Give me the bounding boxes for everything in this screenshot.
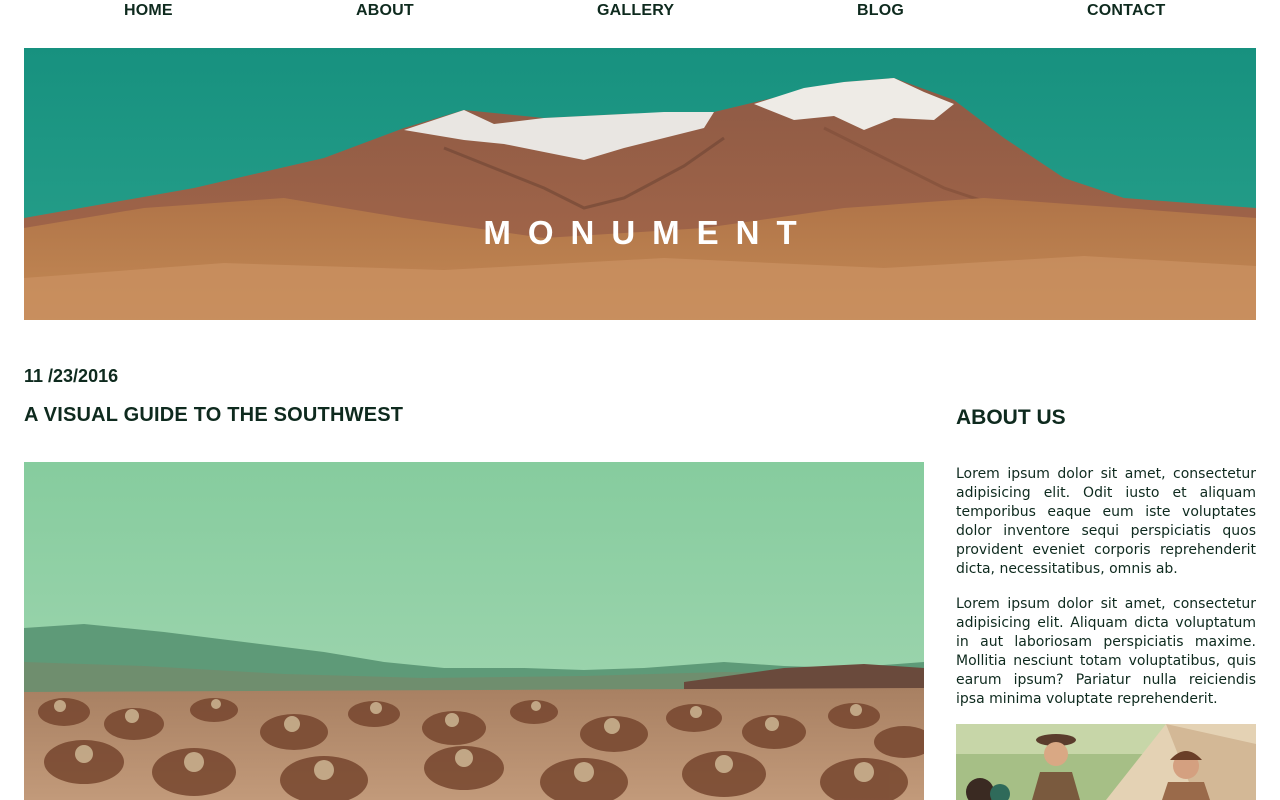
sidebar-image (956, 724, 1256, 800)
site-title: MONUMENT (483, 214, 814, 251)
nav-gallery-link[interactable]: GALLERY (597, 2, 674, 20)
nav-about-link[interactable]: ABOUT (356, 2, 414, 20)
nav-blog-link[interactable]: BLOG (857, 2, 904, 20)
main-nav: HOME ABOUT GALLERY BLOG CONTACT (0, 0, 1280, 24)
about-us-title: ABOUT US (956, 406, 1066, 429)
about-us-paragraph: Lorem ipsum dolor sit amet, consectetur … (956, 466, 1256, 577)
nav-home-link[interactable]: HOME (124, 2, 173, 20)
hero-banner: MONUMENT (24, 48, 1256, 320)
cactus-desert-image (24, 462, 924, 800)
post-date: 11 /23/2016 (24, 366, 119, 386)
nav-contact-link[interactable]: CONTACT (1087, 2, 1165, 20)
mountain-hero-image (24, 48, 1256, 320)
post-image (24, 462, 924, 800)
about-us-paragraph: Lorem ipsum dolor sit amet, consectetur … (956, 596, 1256, 707)
people-camping-image (956, 724, 1256, 800)
post-title[interactable]: A VISUAL GUIDE TO THE SOUTHWEST (24, 404, 403, 427)
